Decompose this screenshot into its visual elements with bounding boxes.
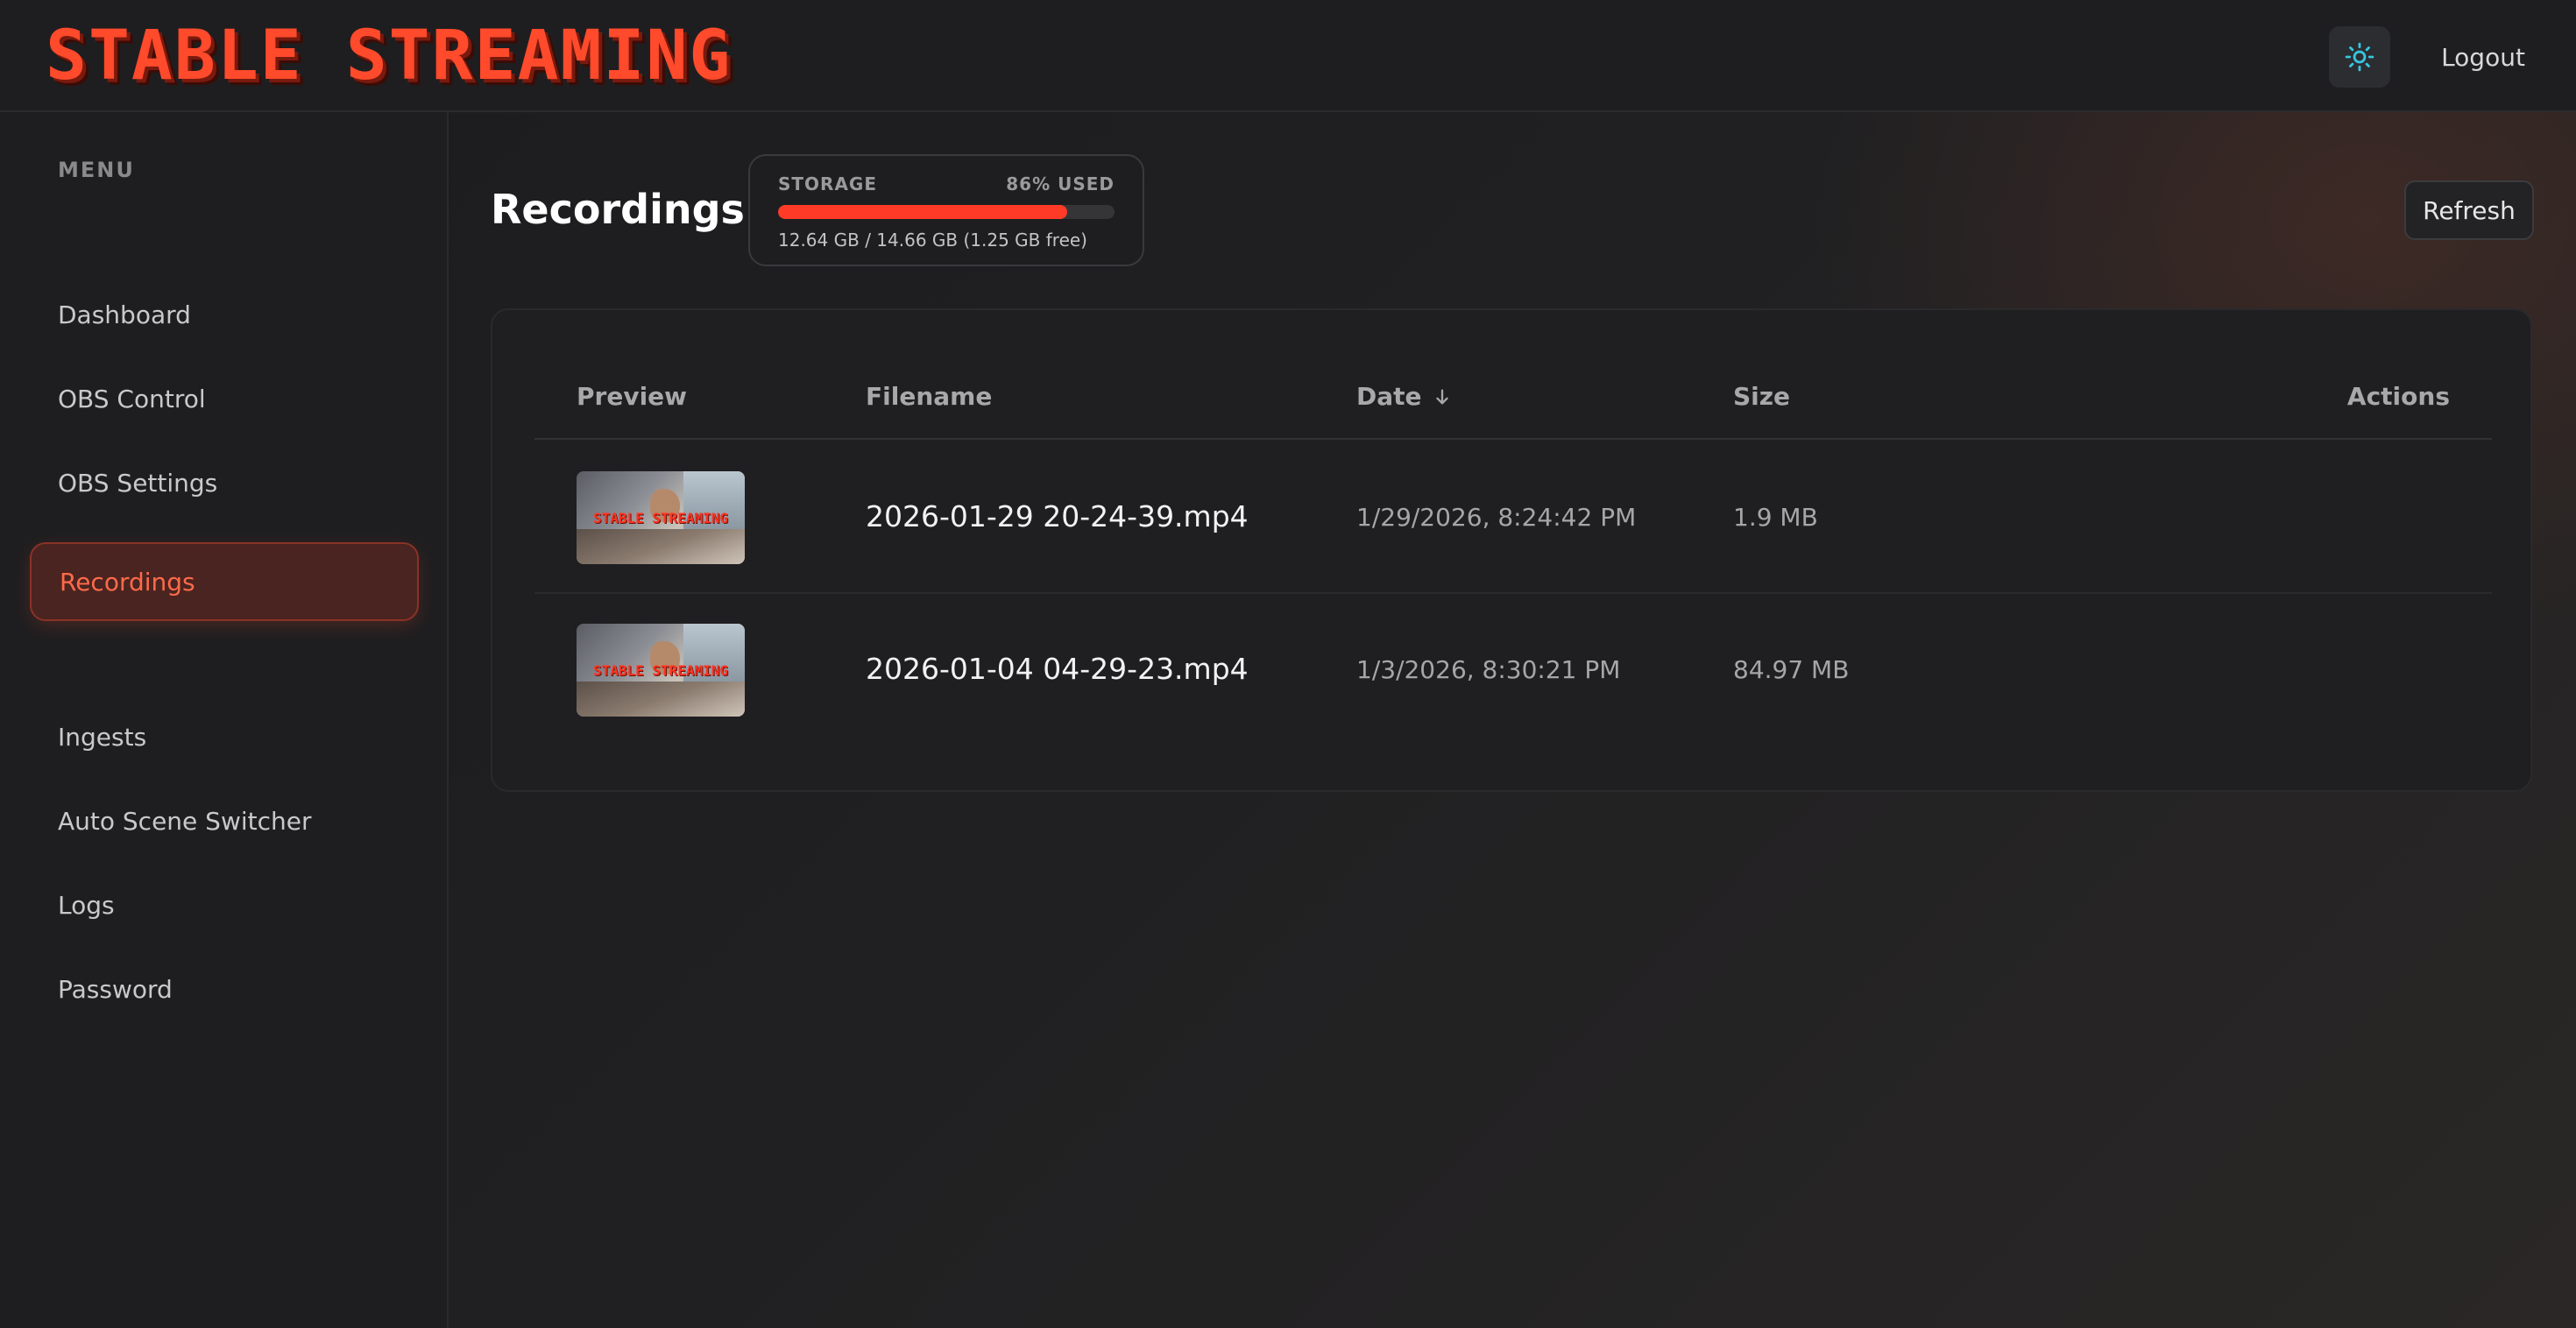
storage-progress-bar: [778, 205, 1115, 219]
thumbnail-floor: [577, 529, 745, 564]
column-date[interactable]: Date: [1356, 382, 1452, 411]
sidebar-item-obs-settings[interactable]: OBS Settings: [30, 443, 419, 522]
sun-icon: [2345, 42, 2374, 72]
column-actions: Actions: [2346, 382, 2450, 411]
theme-toggle-button[interactable]: [2329, 26, 2390, 88]
sidebar: MENU Dashboard OBS Control OBS Settings …: [0, 112, 449, 1328]
storage-label: STORAGE: [778, 173, 878, 194]
storage-progress-fill: [778, 205, 1068, 219]
sidebar-item-auto-scene-switcher[interactable]: Auto Scene Switcher: [30, 781, 419, 860]
top-bar: STABLE STREAMING Logout: [0, 0, 2576, 112]
sidebar-item-ingests[interactable]: Ingests: [30, 697, 419, 776]
arrow-down-icon: [1435, 389, 1448, 404]
thumbnail-watermark: STABLE STREAMING: [592, 510, 729, 526]
recording-filename: 2026-01-29 20-24-39.mp4: [866, 499, 1249, 533]
table-header: Preview Filename Date Size Actions: [534, 352, 2492, 440]
column-size[interactable]: Size: [1733, 382, 1790, 411]
thumbnail-watermark: STABLE STREAMING: [592, 662, 729, 679]
menu-heading: MENU: [58, 158, 135, 182]
recording-size: 84.97 MB: [1733, 655, 1850, 684]
recording-thumbnail[interactable]: STABLE STREAMING: [577, 624, 745, 717]
storage-detail: 12.64 GB / 14.66 GB (1.25 GB free): [778, 230, 1087, 251]
logout-button[interactable]: Logout: [2413, 26, 2553, 88]
table-row[interactable]: STABLE STREAMING 2026-01-29 20-24-39.mp4…: [534, 441, 2492, 594]
recording-thumbnail[interactable]: STABLE STREAMING: [577, 471, 745, 564]
column-filename[interactable]: Filename: [866, 382, 992, 411]
refresh-button[interactable]: Refresh: [2404, 180, 2534, 240]
sidebar-item-password[interactable]: Password: [30, 950, 419, 1028]
main-content: Recordings STORAGE 86% USED 12.64 GB / 1…: [449, 112, 2576, 1328]
table-row[interactable]: STABLE STREAMING 2026-01-04 04-29-23.mp4…: [534, 594, 2492, 746]
column-preview: Preview: [577, 382, 688, 411]
sidebar-item-obs-control[interactable]: OBS Control: [30, 359, 419, 438]
recording-size: 1.9 MB: [1733, 503, 1818, 532]
recording-date: 1/29/2026, 8:24:42 PM: [1356, 503, 1637, 532]
storage-used-percent: 86% USED: [1006, 173, 1115, 194]
app-logo[interactable]: STABLE STREAMING: [46, 19, 732, 93]
thumbnail-floor: [577, 682, 745, 717]
storage-card: STORAGE 86% USED 12.64 GB / 14.66 GB (1.…: [748, 154, 1144, 266]
recording-date: 1/3/2026, 8:30:21 PM: [1356, 655, 1621, 684]
recording-filename: 2026-01-04 04-29-23.mp4: [866, 652, 1249, 686]
sidebar-item-logs[interactable]: Logs: [30, 865, 419, 944]
sidebar-item-dashboard[interactable]: Dashboard: [30, 275, 419, 354]
recordings-table: Preview Filename Date Size Actions STABL…: [491, 308, 2532, 792]
sidebar-item-recordings[interactable]: Recordings: [30, 542, 419, 621]
page-title: Recordings: [491, 186, 745, 233]
